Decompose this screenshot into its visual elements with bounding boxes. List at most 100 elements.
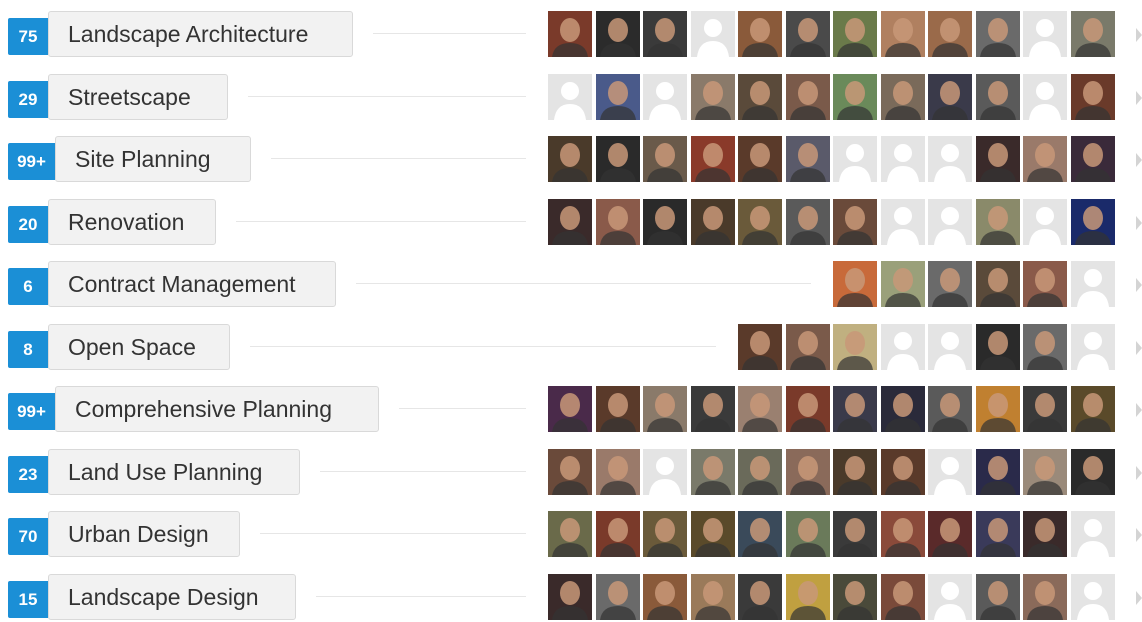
default-avatar-icon[interactable] [833,136,877,182]
default-avatar-icon[interactable] [1023,73,1067,120]
endorser-avatar[interactable] [643,198,687,245]
skill-row[interactable]: 6 Contract Management [0,261,1142,309]
skill-row[interactable]: 23 Land Use Planning [0,448,1142,497]
skill-row[interactable]: 99+ Site Planning [0,136,1142,184]
skill-name-pill[interactable]: Landscape Architecture [48,11,353,57]
endorser-avatar[interactable] [690,511,735,557]
endorser-avatar[interactable] [880,448,925,495]
endorser-avatar[interactable] [1070,136,1115,182]
endorser-avatar[interactable] [975,11,1020,57]
endorser-avatar[interactable] [785,448,830,495]
endorsement-count-badge[interactable]: 23 [8,455,48,493]
endorsement-count-badge[interactable]: 29 [8,80,48,118]
skill-name-pill[interactable]: Renovation [48,198,216,245]
default-avatar-icon[interactable] [1023,11,1067,57]
endorsement-count-badge[interactable]: 8 [8,330,48,368]
endorsement-count-badge[interactable]: 6 [8,268,48,305]
skill-name-pill[interactable]: Site Planning [55,136,251,182]
skill-row[interactable]: 99+ Comprehensive Planning [0,386,1142,434]
chevron-right-icon[interactable] [1136,153,1142,167]
endorser-avatar[interactable] [643,511,687,557]
endorser-avatar[interactable] [833,511,877,557]
default-avatar-icon[interactable] [880,323,925,370]
endorser-avatar[interactable] [1023,323,1067,370]
endorser-avatar[interactable] [1070,386,1115,432]
endorser-avatar[interactable] [785,386,830,432]
skill-name-pill[interactable]: Land Use Planning [48,448,300,495]
default-avatar-icon[interactable] [643,448,687,495]
endorsement-count-badge[interactable]: 70 [8,518,48,555]
endorser-avatar[interactable] [690,73,735,120]
skill-row[interactable]: 75 Landscape Architecture [0,11,1142,59]
endorser-avatar[interactable] [1070,198,1115,245]
default-avatar-icon[interactable] [928,136,972,182]
default-avatar-icon[interactable] [928,198,972,245]
default-avatar-icon[interactable] [690,11,735,57]
endorser-avatar[interactable] [548,136,592,182]
endorser-avatar[interactable] [548,448,592,495]
endorser-avatar[interactable] [548,198,592,245]
default-avatar-icon[interactable] [880,136,925,182]
endorser-avatar[interactable] [880,511,925,557]
chevron-right-icon[interactable] [1136,278,1142,292]
endorser-avatar[interactable] [785,198,830,245]
endorser-avatar[interactable] [738,323,782,370]
endorser-avatar[interactable] [1070,448,1115,495]
endorser-avatar[interactable] [975,261,1020,307]
endorser-avatar[interactable] [833,448,877,495]
endorser-avatar[interactable] [1023,136,1067,182]
endorser-avatar[interactable] [880,261,925,307]
endorsement-count-badge[interactable]: 15 [8,580,48,618]
endorser-avatar[interactable] [738,448,782,495]
endorser-avatar[interactable] [595,386,640,432]
default-avatar-icon[interactable] [1070,261,1115,307]
endorser-avatar[interactable] [643,136,687,182]
endorser-avatar[interactable] [595,11,640,57]
endorser-avatar[interactable] [928,11,972,57]
endorser-avatar[interactable] [738,73,782,120]
default-avatar-icon[interactable] [548,73,592,120]
endorser-avatar[interactable] [738,136,782,182]
endorser-avatar[interactable] [1023,386,1067,432]
endorser-avatar[interactable] [595,511,640,557]
skill-row[interactable]: 8 Open Space [0,323,1142,372]
endorser-avatar[interactable] [833,386,877,432]
chevron-right-icon[interactable] [1136,215,1142,230]
endorser-avatar[interactable] [975,386,1020,432]
endorsement-count-badge[interactable]: 75 [8,18,48,55]
endorsement-count-badge[interactable]: 99+ [8,143,55,180]
endorser-avatar[interactable] [928,386,972,432]
chevron-right-icon[interactable] [1136,528,1142,542]
skill-name-pill[interactable]: Comprehensive Planning [55,386,379,432]
skill-row[interactable]: 15 Landscape Design [0,573,1142,622]
endorser-avatar[interactable] [643,11,687,57]
chevron-right-icon[interactable] [1136,403,1142,417]
endorsement-count-badge[interactable]: 20 [8,205,48,243]
skill-name-pill[interactable]: Open Space [48,323,230,370]
endorser-avatar[interactable] [975,73,1020,120]
chevron-right-icon[interactable] [1136,465,1142,480]
skill-name-pill[interactable]: Urban Design [48,511,240,557]
chevron-right-icon[interactable] [1136,590,1142,605]
endorser-avatar[interactable] [785,11,830,57]
skill-name-pill[interactable]: Streetscape [48,73,228,120]
chevron-right-icon[interactable] [1136,340,1142,355]
endorser-avatar[interactable] [928,261,972,307]
endorser-avatar[interactable] [690,386,735,432]
endorser-avatar[interactable] [548,511,592,557]
endorser-avatar[interactable] [595,136,640,182]
endorser-avatar[interactable] [785,323,830,370]
endorser-avatar[interactable] [1070,73,1115,120]
default-avatar-icon[interactable] [1023,198,1067,245]
endorser-avatar[interactable] [548,11,592,57]
endorser-avatar[interactable] [1023,448,1067,495]
endorsement-count-badge[interactable]: 99+ [8,393,55,430]
endorser-avatar[interactable] [643,386,687,432]
endorser-avatar[interactable] [738,511,782,557]
endorser-avatar[interactable] [880,73,925,120]
endorser-avatar[interactable] [595,73,640,120]
endorser-avatar[interactable] [595,198,640,245]
endorser-avatar[interactable] [548,386,592,432]
endorser-avatar[interactable] [975,448,1020,495]
endorser-avatar[interactable] [1023,511,1067,557]
